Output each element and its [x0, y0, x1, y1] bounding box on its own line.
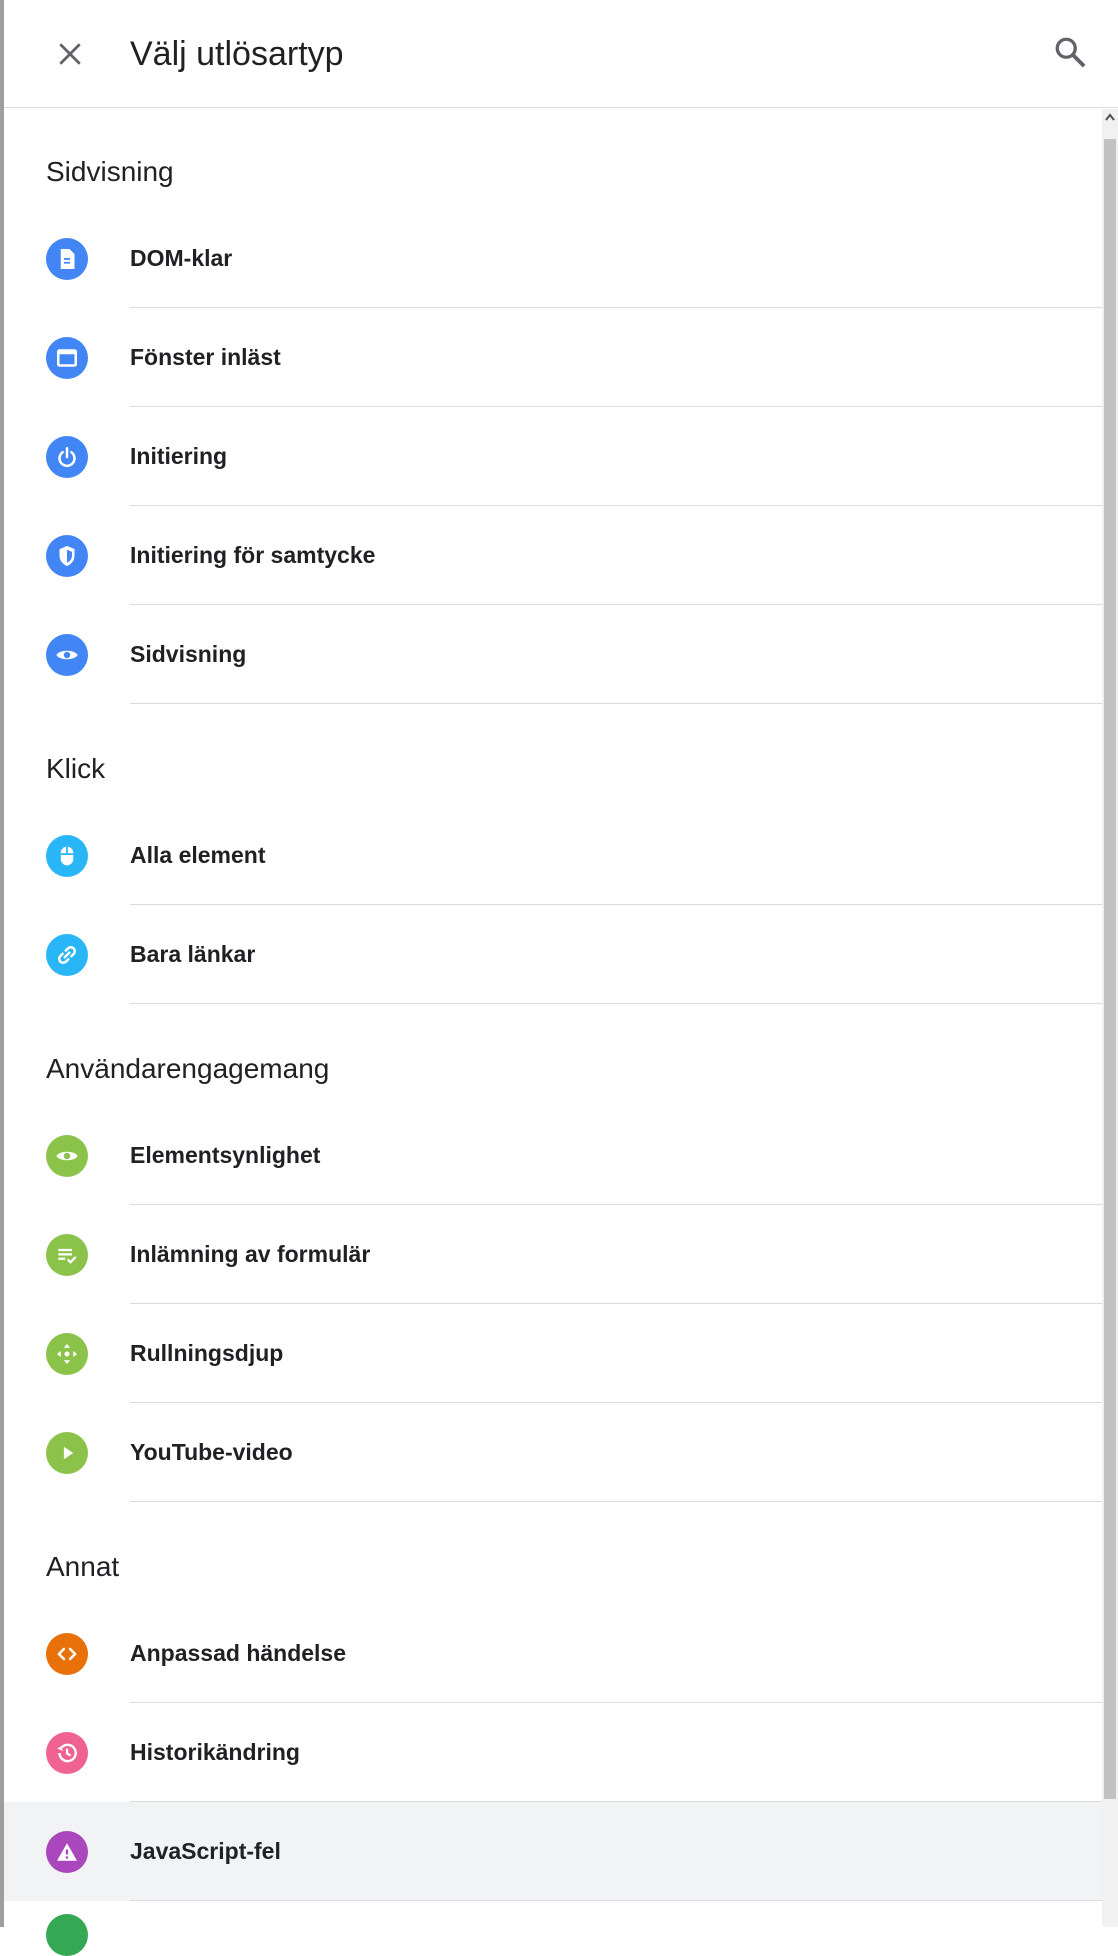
section-title: Användarengagemang — [46, 1053, 330, 1084]
scrollbar-thumb[interactable] — [1104, 139, 1116, 1799]
history-icon — [46, 1731, 88, 1774]
section-1: Klick Alla element Bara länkar — [4, 750, 1102, 1004]
list-item-label: Fönster inläst — [130, 344, 281, 370]
eye-icon — [46, 633, 88, 676]
list-item-label: Inlämning av formulär — [130, 1241, 371, 1267]
window-icon — [46, 336, 88, 379]
list-item[interactable]: Anpassad händelse — [4, 1604, 1102, 1703]
search-icon — [1055, 37, 1086, 68]
scroll-up-arrow-icon[interactable] — [1102, 109, 1118, 125]
list-item-label: DOM-klar — [130, 245, 233, 271]
section-0: Sidvisning DOM-klar Fönster inläst Initieri… — [4, 153, 1102, 704]
eye-icon — [46, 1134, 88, 1177]
power-icon — [46, 435, 88, 478]
list-item-label: Rullningsdjup — [130, 1340, 284, 1366]
page-title: Välj utlösartyp — [130, 35, 344, 73]
section-3: Annat Anpassad händelse Historikändring Jav… — [4, 1548, 1102, 1901]
dialog-header: Välj utlösartyp — [4, 0, 1118, 108]
warning-icon — [46, 1830, 88, 1873]
document-icon — [46, 237, 88, 280]
list-item[interactable]: Elementsynlighet — [4, 1106, 1102, 1205]
list-item[interactable]: Initiering — [4, 407, 1102, 506]
scrollbar[interactable] — [1102, 109, 1118, 1927]
list-item[interactable]: Inlämning av formulär — [4, 1205, 1102, 1304]
section-title: Annat — [46, 1551, 120, 1582]
list-item-label: Historikändring — [130, 1739, 300, 1765]
form-check-icon — [46, 1233, 88, 1276]
list-item-label: Sidvisning — [130, 641, 247, 667]
shield-icon — [46, 534, 88, 577]
trigger-type-list: Sidvisning DOM-klar Fönster inläst Initieri… — [4, 109, 1102, 1927]
link-icon — [46, 933, 88, 976]
list-item[interactable]: Rullningsdjup — [4, 1304, 1102, 1403]
list-item[interactable]: Alla element — [4, 806, 1102, 905]
list-item[interactable]: YouTube-video — [4, 1403, 1102, 1502]
list-item-label: YouTube-video — [130, 1439, 293, 1465]
play-icon — [46, 1431, 88, 1474]
divider — [130, 1501, 1102, 1502]
mouse-icon — [46, 834, 88, 877]
list-item[interactable]: Sidvisning — [4, 605, 1102, 704]
list-item-label: Alla element — [130, 842, 266, 868]
list-item[interactable]: JavaScript-fel — [4, 1802, 1102, 1901]
search-button[interactable] — [1042, 24, 1098, 80]
code-icon — [46, 1632, 88, 1675]
list-item-label: Elementsynlighet — [130, 1142, 321, 1168]
list-item[interactable]: DOM-klar — [4, 209, 1102, 308]
move-arrows-icon — [46, 1332, 88, 1375]
section-2: Användarengagemang Elementsynlighet Inlämn… — [4, 1050, 1102, 1502]
list-item-label: Initiering för samtycke — [130, 542, 376, 568]
list-item[interactable]: Bara länkar — [4, 905, 1102, 1004]
list-item[interactable]: Historikändring — [4, 1703, 1102, 1802]
list-item-label: JavaScript-fel — [130, 1838, 281, 1864]
list-item-label: Anpassad händelse — [130, 1640, 347, 1666]
list-item[interactable]: Initiering för samtycke — [4, 506, 1102, 605]
divider — [130, 1003, 1102, 1004]
section-title: Sidvisning — [46, 156, 174, 187]
list-item[interactable]: Fönster inläst — [4, 308, 1102, 407]
divider — [130, 1900, 1102, 1901]
list-item-label: Initiering — [130, 443, 228, 469]
section-title: Klick — [46, 753, 106, 784]
divider — [130, 703, 1102, 704]
partial-list-item-icon — [46, 1914, 88, 1956]
close-icon — [59, 43, 81, 65]
close-button[interactable] — [42, 26, 98, 82]
list-item-label: Bara länkar — [130, 941, 256, 967]
